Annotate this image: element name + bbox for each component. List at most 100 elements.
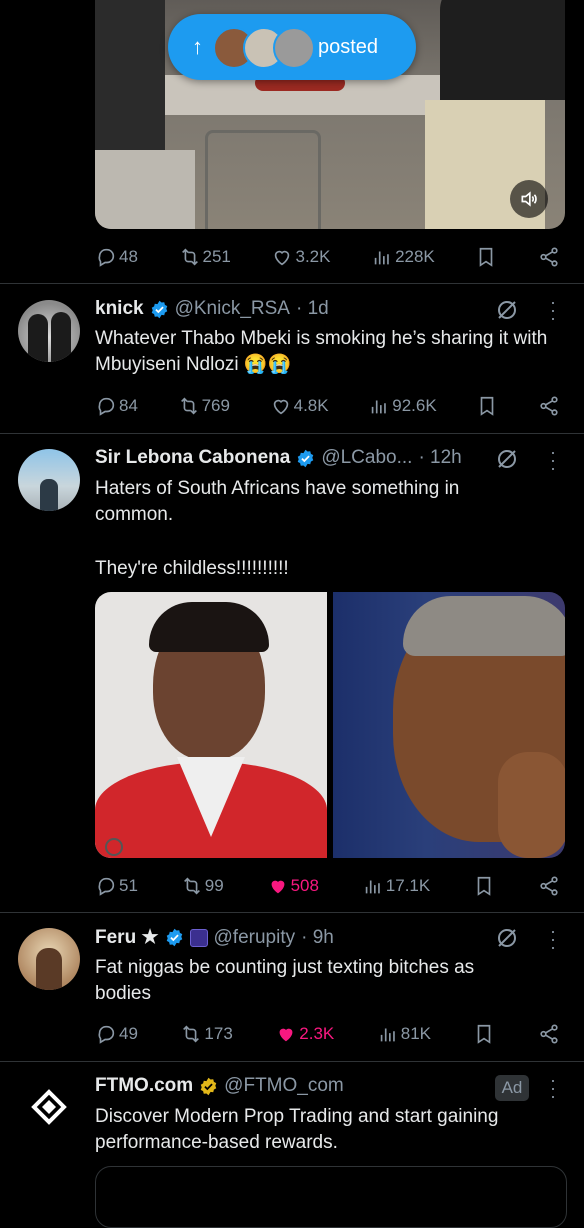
share-icon (540, 247, 558, 267)
reply-button[interactable]: 49 (95, 1023, 138, 1045)
tweet-lebona[interactable]: Sir Lebona Cabonena @LCabo... · 12h · · · … (0, 434, 584, 913)
share-button[interactable] (538, 875, 560, 897)
reply-button[interactable]: 48 (95, 246, 138, 268)
bookmark-icon (481, 396, 494, 416)
arrow-up-icon: ↑ (192, 34, 203, 59)
analytics-icon (374, 251, 389, 265)
tweet-header: FTMO.com @FTMO_com (95, 1075, 344, 1097)
new-posts-pill[interactable]: ↑ posted (168, 14, 416, 80)
bookmark-icon (477, 876, 491, 896)
tweet-actions: 51 99 508 17.1K (95, 871, 560, 901)
retweet-button[interactable]: 251 (179, 246, 231, 268)
avatar[interactable] (18, 928, 80, 990)
mute-button[interactable] (510, 180, 548, 218)
tweet-image-right[interactable] (333, 592, 565, 858)
verified-badge-icon (298, 449, 314, 467)
handle[interactable]: @Knick_RSA (175, 298, 290, 320)
verified-badge-icon (151, 300, 167, 318)
bookmark-button[interactable] (476, 395, 498, 417)
like-button[interactable]: 4.8K (270, 395, 329, 417)
bookmark-icon (480, 247, 493, 267)
tweet-text: Haters of South Africans have something … (95, 478, 460, 525)
scene-person-left (95, 0, 165, 150)
retweet-icon (183, 877, 200, 895)
speaker-icon (521, 191, 537, 207)
grok-icon[interactable] (495, 298, 519, 322)
tweet-text: Whatever Thabo Mbeki is smoking he’s sha… (95, 328, 548, 375)
tweet-actions: 84 769 4.8K 92.6K (95, 391, 560, 421)
tweet-knick[interactable]: knick @Knick_RSA · 1d · · · Whatever Thabo… (0, 284, 584, 434)
handle[interactable]: @LCabo... (321, 447, 412, 469)
tweet-text: Discover Modern Prop Trading and start g… (95, 1106, 499, 1153)
ad-media-card[interactable] (95, 1166, 567, 1228)
tweet-feru[interactable]: Feru ★ @ferupity · 9h · · · Fat niggas be … (0, 913, 584, 1062)
verified-gold-badge-icon (200, 1077, 217, 1095)
retweet-button[interactable]: 99 (181, 875, 224, 897)
views-button[interactable]: 81K (377, 1023, 431, 1045)
alt-icon[interactable] (105, 838, 123, 856)
grok-icon[interactable] (495, 447, 519, 471)
photo-hand (498, 752, 565, 858)
more-options-icon[interactable]: · · · (550, 922, 556, 956)
more-options-icon[interactable]: · · · (550, 443, 556, 477)
reply-icon (98, 877, 115, 896)
reply-button[interactable]: 84 (95, 395, 138, 417)
like-button[interactable]: 2.3K (275, 1023, 334, 1045)
views-button[interactable]: 17.1K (362, 875, 430, 897)
avatar[interactable] (18, 449, 80, 511)
heart-icon (275, 250, 290, 266)
share-button[interactable] (538, 246, 560, 268)
avatar-figure (40, 479, 58, 511)
photo-gray-hair (403, 596, 565, 656)
display-name[interactable]: knick (95, 298, 144, 320)
like-button[interactable]: 508 (267, 875, 319, 897)
grok-icon[interactable] (495, 926, 519, 950)
retweet-button[interactable]: 173 (180, 1023, 233, 1045)
handle[interactable]: @FTMO_com (224, 1075, 344, 1097)
timestamp[interactable]: · 12h (418, 447, 461, 469)
retweet-icon (183, 1025, 200, 1043)
tweet-image-left[interactable] (95, 592, 327, 858)
analytics-icon (372, 400, 387, 414)
scene-person-right (440, 0, 565, 100)
bookmark-button[interactable] (473, 875, 495, 897)
timestamp[interactable]: · 9h (301, 927, 334, 949)
avatar-figure (36, 948, 62, 990)
reply-icon (98, 397, 115, 416)
avatar[interactable] (18, 300, 80, 362)
retweet-button[interactable]: 769 (178, 395, 230, 417)
like-button[interactable]: 3.2K (271, 246, 330, 268)
display-name[interactable]: Sir Lebona Cabonena (95, 447, 290, 469)
timestamp[interactable]: · 1d (296, 298, 329, 320)
tweet-video[interactable]: ↑ posted 48 251 3.2K 228K (0, 0, 584, 284)
avatar[interactable] (18, 1076, 80, 1138)
poster-avatar-3 (273, 27, 315, 69)
reply-button[interactable]: 51 (95, 875, 138, 897)
handle[interactable]: @ferupity (214, 927, 296, 949)
retweet-icon (180, 397, 197, 415)
poster-avatars (213, 25, 318, 69)
tweet-header: knick @Knick_RSA · 1d (95, 298, 329, 320)
scene-person-left-legs (95, 150, 195, 229)
avatar-figure-1 (28, 314, 48, 362)
tweet-ad-ftmo[interactable]: FTMO.com @FTMO_com Ad · · · Discover Moder… (0, 1062, 584, 1228)
scene-chair (205, 130, 321, 229)
views-button[interactable]: 228K (371, 246, 435, 268)
share-button[interactable] (538, 1023, 560, 1045)
views-button[interactable]: 92.6K (368, 395, 437, 417)
more-options-icon[interactable]: · · · (550, 293, 556, 327)
photo-hair (149, 602, 269, 652)
avatar-figure-2 (51, 312, 71, 362)
tweet-actions: 48 251 3.2K 228K (95, 242, 560, 272)
tweet-header: Sir Lebona Cabonena @LCabo... · 12h (95, 447, 462, 469)
share-button[interactable] (538, 395, 560, 417)
more-options-icon[interactable]: · · · (550, 1071, 556, 1105)
bookmark-button[interactable] (475, 246, 497, 268)
tweet-actions: 49 173 2.3K 81K (95, 1019, 560, 1049)
display-name[interactable]: Feru ★ (95, 926, 159, 949)
tweet-text-line2: They're childless!!!!!!!!!! (95, 558, 289, 579)
display-name[interactable]: FTMO.com (95, 1075, 193, 1097)
affiliate-badge-icon (189, 928, 208, 947)
bookmark-button[interactable] (473, 1023, 495, 1045)
heart-filled-icon (279, 1028, 293, 1042)
